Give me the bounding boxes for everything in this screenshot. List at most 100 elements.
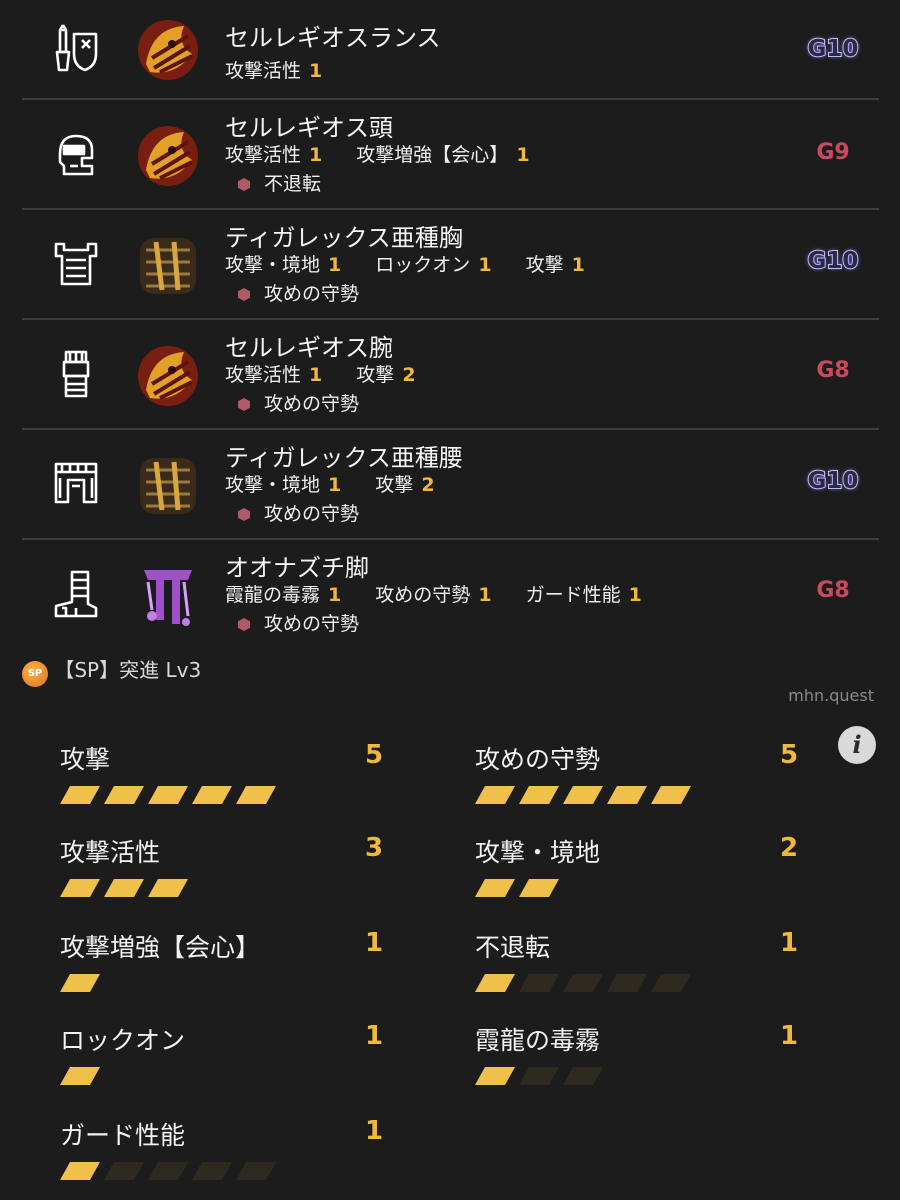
gauge-segment-filled bbox=[475, 786, 515, 804]
skill-name: 霞龍の毒霧 bbox=[225, 584, 321, 606]
gauntlet-icon bbox=[50, 348, 102, 400]
skill-entry: 攻撃活性 1 bbox=[225, 140, 322, 167]
gauge-segment-empty bbox=[651, 974, 691, 992]
equipment-name: ティガレックス亜種腰 bbox=[225, 444, 463, 472]
skill-name: 攻撃活性 bbox=[225, 60, 302, 82]
gauge-segment-filled bbox=[651, 786, 691, 804]
gauge-segment-filled bbox=[519, 879, 559, 897]
equipment-name: オオナズチ脚 bbox=[225, 554, 369, 582]
skill-summary-item: 攻撃・境地 2 bbox=[475, 833, 815, 913]
equipment-skills: 攻撃活性 1 bbox=[225, 56, 350, 83]
greaves-icon bbox=[50, 568, 102, 620]
seregios-icon bbox=[132, 120, 204, 192]
equipment-skills: 攻撃活性 1 攻撃増強【会心】 1 bbox=[225, 140, 558, 167]
skill-summary-level: 5 bbox=[365, 740, 384, 770]
gauge-segment-filled bbox=[60, 786, 100, 804]
skill-summary-level: 2 bbox=[780, 833, 799, 863]
skill-level: 1 bbox=[328, 254, 342, 276]
skill-entry: 攻撃活性 1 bbox=[225, 360, 322, 387]
skill-name: ガード性能 bbox=[525, 584, 621, 606]
decoration-name: 攻めの守勢 bbox=[264, 613, 360, 635]
skill-summary-name: 霞龍の毒霧 bbox=[475, 1026, 601, 1055]
equipment-name: セルレギオスランス bbox=[225, 24, 441, 52]
skill-summary-name: 攻撃 bbox=[60, 745, 111, 774]
gauge-segment-empty bbox=[148, 1162, 188, 1180]
info-icon[interactable]: i bbox=[838, 726, 876, 764]
gauge-segment-empty bbox=[519, 1067, 559, 1085]
skill-summary-item: 攻撃活性 3 bbox=[60, 833, 400, 913]
skill-entry: 攻撃・境地 1 bbox=[225, 470, 341, 497]
seregios-icon bbox=[132, 14, 204, 86]
skill-name: ロックオン bbox=[375, 254, 471, 276]
decoration-name: 攻めの守勢 bbox=[264, 393, 360, 415]
skill-entry: 攻撃・境地 1 bbox=[225, 250, 341, 277]
skill-summary-item: 攻撃 5 bbox=[60, 740, 400, 820]
equipment-row-chest[interactable]: ティガレックス亜種胸 攻撃・境地 1 ロックオン 1 攻撃 1 攻めの守勢 G10 bbox=[22, 210, 879, 320]
gauge-segment-filled bbox=[192, 786, 232, 804]
grade-badge: G10 bbox=[807, 35, 860, 63]
gauge-segment-filled bbox=[60, 1162, 100, 1180]
grade-badge: G10 bbox=[807, 247, 860, 275]
gauge-segment-filled bbox=[60, 879, 100, 897]
skill-name: 攻めの守勢 bbox=[375, 584, 471, 606]
decoration-slot-icon bbox=[238, 288, 250, 301]
skill-name: 攻撃 bbox=[375, 474, 414, 496]
gauge-segment-empty bbox=[192, 1162, 232, 1180]
equipment-row-arms[interactable]: セルレギオス腕 攻撃活性 1 攻撃 2 攻めの守勢 G8 bbox=[22, 320, 879, 430]
grade-badge: G10 bbox=[807, 467, 860, 495]
gauge-segment-filled bbox=[475, 1067, 515, 1085]
skill-summary-item: ロックオン 1 bbox=[60, 1021, 400, 1101]
gauge-segment-filled bbox=[519, 786, 559, 804]
decoration-name: 攻めの守勢 bbox=[264, 283, 360, 305]
equipment-row-waist[interactable]: ティガレックス亜種腰 攻撃・境地 1 攻撃 2 攻めの守勢 G10 bbox=[22, 430, 879, 540]
skill-entry: 攻めの守勢 1 bbox=[375, 580, 491, 607]
lance-shield-icon bbox=[50, 22, 102, 74]
skill-level: 1 bbox=[478, 254, 492, 276]
skill-summary-name: 攻めの守勢 bbox=[475, 745, 601, 774]
waist-armor-icon bbox=[50, 458, 102, 510]
skill-level: 1 bbox=[478, 584, 492, 606]
equipment-row-legs[interactable]: オオナズチ脚 霞龍の毒霧 1 攻めの守勢 1 ガード性能 1 攻めの守勢 G8 bbox=[22, 540, 879, 648]
skill-entry: ガード性能 1 bbox=[526, 580, 642, 607]
decoration-slot-icon bbox=[238, 178, 250, 191]
skill-level: 1 bbox=[328, 474, 342, 496]
skill-summary-name: 攻撃増強【会心】 bbox=[60, 933, 261, 962]
skill-entry: 攻撃増強【会心】 1 bbox=[356, 140, 529, 167]
sp-skill: SP 【SP】突進 Lv3 bbox=[22, 654, 201, 687]
skill-level: 2 bbox=[402, 364, 416, 386]
gauge-segment-empty bbox=[563, 974, 603, 992]
equipment-row-weapon[interactable]: セルレギオスランス 攻撃活性 1 G10 bbox=[22, 0, 879, 100]
grade-badge: G9 bbox=[816, 140, 850, 165]
skill-summary-item: 霞龍の毒霧 1 bbox=[475, 1021, 815, 1101]
sp-skill-label: 【SP】突進 Lv3 bbox=[54, 658, 202, 682]
skill-summary-level: 5 bbox=[780, 740, 799, 770]
gauge-segment-filled bbox=[475, 879, 515, 897]
grade-badge: G8 bbox=[816, 578, 850, 603]
gauge-segment-filled bbox=[104, 879, 144, 897]
skill-summary-name: 攻撃・境地 bbox=[475, 838, 601, 867]
skill-entry: 霞龍の毒霧 1 bbox=[225, 580, 341, 607]
equipment-row-head[interactable]: セルレギオス頭 攻撃活性 1 攻撃増強【会心】 1 不退転 G9 bbox=[22, 100, 879, 210]
gauge-segment-empty bbox=[563, 1067, 603, 1085]
skill-level: 2 bbox=[421, 474, 435, 496]
gauge-segment-filled bbox=[563, 786, 603, 804]
skill-summary-level: 1 bbox=[365, 1116, 384, 1146]
skill-summary-item: 攻めの守勢 5 bbox=[475, 740, 815, 820]
gauge-segment-empty bbox=[236, 1162, 276, 1180]
skill-summary-level: 1 bbox=[780, 1021, 799, 1051]
equipment-skills: 攻撃活性 1 攻撃 2 bbox=[225, 360, 444, 387]
decoration-name: 不退転 bbox=[264, 173, 322, 195]
gauge-segment-filled bbox=[236, 786, 276, 804]
skill-entry: ロックオン 1 bbox=[375, 250, 491, 277]
equipment-skills: 攻撃・境地 1 ロックオン 1 攻撃 1 bbox=[225, 250, 613, 277]
site-credit: mhn.quest bbox=[788, 686, 874, 705]
skill-summary-name: 攻撃活性 bbox=[60, 838, 161, 867]
decoration: 攻めの守勢 bbox=[238, 389, 359, 416]
gauge-segment-filled bbox=[148, 786, 188, 804]
gauge-segment-empty bbox=[104, 1162, 144, 1180]
gauge-segment-filled bbox=[475, 974, 515, 992]
equipment-name: セルレギオス腕 bbox=[225, 334, 393, 362]
equipment-skills: 攻撃・境地 1 攻撃 2 bbox=[225, 470, 463, 497]
decoration: 不退転 bbox=[238, 169, 321, 196]
skill-summary-level: 1 bbox=[780, 928, 799, 958]
